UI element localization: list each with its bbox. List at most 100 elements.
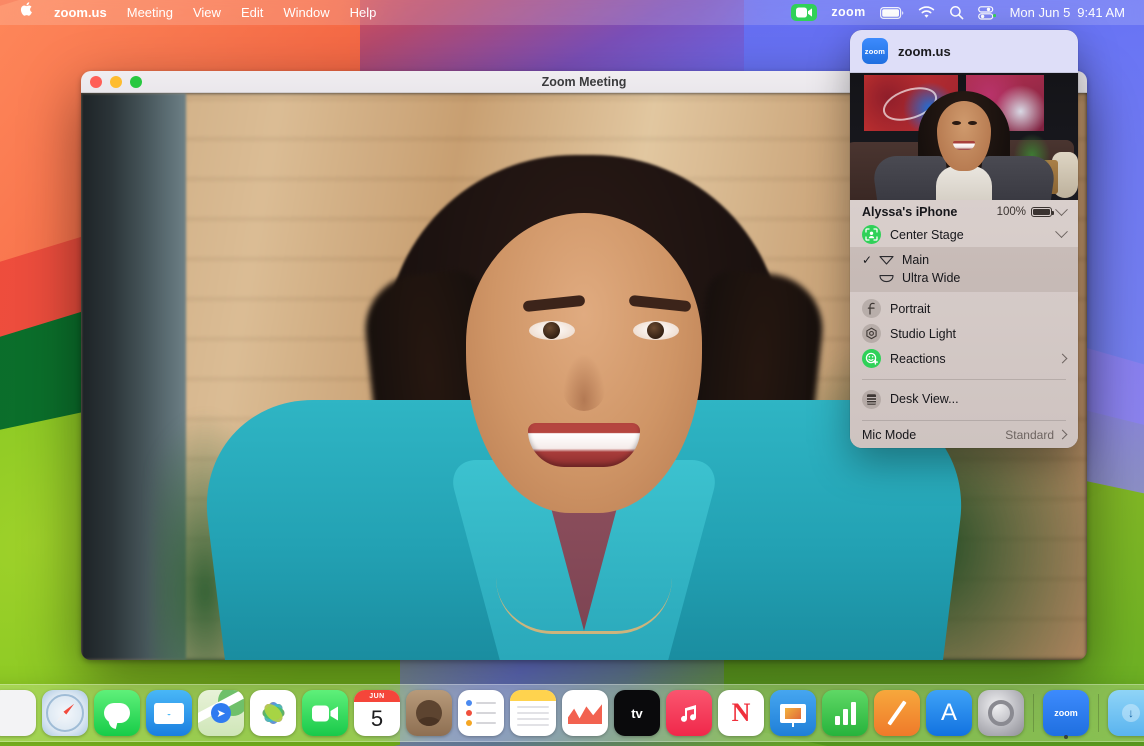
dock-item-news[interactable]: N <box>716 688 766 738</box>
cc-menu-app-title: zoom.us <box>898 44 951 59</box>
news-icon: N <box>718 690 764 736</box>
menu-item-view[interactable]: View <box>183 0 231 25</box>
camera-lens-wide-icon <box>878 273 895 283</box>
chevron-down-icon[interactable] <box>1055 203 1068 216</box>
search-icon[interactable] <box>942 5 971 20</box>
pages-icon <box>874 690 920 736</box>
center-stage-expand[interactable] <box>1057 230 1066 239</box>
participant-eye-left <box>529 321 575 340</box>
control-center-icon[interactable] <box>971 6 1003 20</box>
video-effects-group: Portrait Studio Light <box>850 292 1078 375</box>
preview-person-eye-right <box>968 121 977 125</box>
dock-item-pages[interactable] <box>872 688 922 738</box>
menu-item-help[interactable]: Help <box>340 0 387 25</box>
mic-mode-row[interactable]: Mic Mode Standard <box>850 424 1078 448</box>
preview-person-face <box>937 101 991 171</box>
dock[interactable]: ☺ ➤ <box>0 684 1144 742</box>
system-settings-gear-icon <box>978 690 1024 736</box>
reminders-icon <box>458 690 504 736</box>
dock-item-apple-tv[interactable]: tv <box>612 688 662 738</box>
lens-label-main: Main <box>902 253 929 267</box>
center-stage-icon <box>862 225 881 244</box>
reactions-icon <box>862 349 881 368</box>
dock-item-downloads[interactable]: ↓ <box>1106 688 1144 738</box>
battery-icon[interactable] <box>873 7 911 19</box>
dock-item-messages[interactable] <box>92 688 142 738</box>
dock-item-calendar[interactable]: JUN 5 <box>352 688 402 738</box>
lens-option-ultra-wide[interactable]: Ultra Wide <box>850 269 1078 287</box>
menu-bar-date[interactable]: Mon Jun 5 <box>1003 0 1078 25</box>
mic-mode-value: Standard <box>1005 428 1054 442</box>
desk-view-group: Desk View... <box>850 384 1078 416</box>
numbers-icon <box>822 690 868 736</box>
effect-row-studio-light[interactable]: Studio Light <box>850 321 1078 346</box>
dock-item-facetime[interactable] <box>300 688 350 738</box>
menu-divider <box>862 420 1066 421</box>
menu-item-window[interactable]: Window <box>273 0 339 25</box>
dock-item-notes[interactable] <box>508 688 558 738</box>
stocks-icon <box>562 690 608 736</box>
menu-item-meeting[interactable]: Meeting <box>117 0 183 25</box>
menu-bar-time[interactable]: 9:41 AM <box>1077 0 1132 25</box>
preview-person-eye-left <box>952 121 961 125</box>
dock-item-launchpad[interactable] <box>0 688 38 738</box>
effect-row-reactions[interactable]: Reactions <box>850 346 1078 371</box>
lens-label-ultra-wide: Ultra Wide <box>902 271 960 285</box>
desktop: zoom.us Meeting View Edit Window Help zo… <box>0 0 1144 746</box>
dock-item-mail[interactable] <box>144 688 194 738</box>
battery-percent-label: 100% <box>997 206 1026 218</box>
camera-lens-icon <box>878 255 895 265</box>
menu-item-edit[interactable]: Edit <box>231 0 273 25</box>
dock-separator <box>1033 694 1034 732</box>
center-stage-label: Center Stage <box>890 228 1057 242</box>
apple-logo-icon[interactable] <box>10 0 44 25</box>
mic-mode-value-group[interactable]: Standard <box>1005 428 1066 442</box>
dock-item-contacts[interactable] <box>404 688 454 738</box>
cc-menu-header: zoom zoom.us <box>850 30 1078 73</box>
dock-item-music[interactable] <box>664 688 714 738</box>
participant-eye-right <box>633 321 679 340</box>
dock-separator <box>1098 694 1099 732</box>
camera-lens-submenu: ✓ Main Ultra Wide <box>850 247 1078 292</box>
desk-view-icon <box>862 390 881 409</box>
lens-option-main[interactable]: ✓ Main <box>850 251 1078 269</box>
device-row[interactable]: Alyssa's iPhone 100% <box>850 200 1078 222</box>
menu-app-name[interactable]: zoom.us <box>44 0 117 25</box>
dock-item-maps[interactable]: ➤ <box>196 688 246 738</box>
menu-bar: zoom.us Meeting View Edit Window Help zo… <box>0 0 1144 25</box>
dock-item-reminders[interactable] <box>456 688 506 738</box>
music-icon <box>666 690 712 736</box>
desk-view-label: Desk View... <box>890 392 1066 406</box>
dock-item-safari[interactable] <box>40 688 90 738</box>
wifi-icon[interactable] <box>911 6 942 19</box>
portrait-f-icon <box>862 299 881 318</box>
cc-menu-body: Alyssa's iPhone 100% Center Stage <box>850 200 1078 448</box>
effect-label-studio-light: Studio Light <box>890 327 1066 341</box>
preview-person-mouth <box>953 141 975 150</box>
device-name: Alyssa's iPhone <box>862 205 997 219</box>
desk-view-row[interactable]: Desk View... <box>850 387 1078 412</box>
safari-icon <box>42 690 88 736</box>
dock-item-system-settings[interactable] <box>976 688 1026 738</box>
menu-bar-left: zoom.us Meeting View Edit Window Help <box>0 0 386 25</box>
dock-item-photos[interactable] <box>248 688 298 738</box>
apple-tv-icon: tv <box>614 690 660 736</box>
menu-status-zoom-label[interactable]: zoom <box>824 0 872 25</box>
dock-item-keynote[interactable] <box>768 688 818 738</box>
dock-item-app-store[interactable]: A <box>924 688 974 738</box>
dock-item-zoom[interactable]: zoom <box>1041 688 1091 738</box>
studio-light-icon <box>862 324 881 343</box>
camera-in-use-indicator[interactable] <box>784 4 824 21</box>
facetime-icon <box>302 690 348 736</box>
effect-row-portrait[interactable]: Portrait <box>850 296 1078 321</box>
keynote-icon <box>770 690 816 736</box>
zoom-icon: zoom <box>1043 690 1089 736</box>
center-stage-row[interactable]: Center Stage <box>850 222 1078 247</box>
reactions-submenu-arrow[interactable] <box>1059 355 1066 362</box>
camera-preview[interactable] <box>850 73 1078 200</box>
notes-icon <box>510 690 556 736</box>
video-control-center-menu[interactable]: zoom zoom.us Alyssa's iPhone <box>850 30 1078 448</box>
dock-item-stocks[interactable] <box>560 688 610 738</box>
effect-label-portrait: Portrait <box>890 302 1066 316</box>
dock-item-numbers[interactable] <box>820 688 870 738</box>
